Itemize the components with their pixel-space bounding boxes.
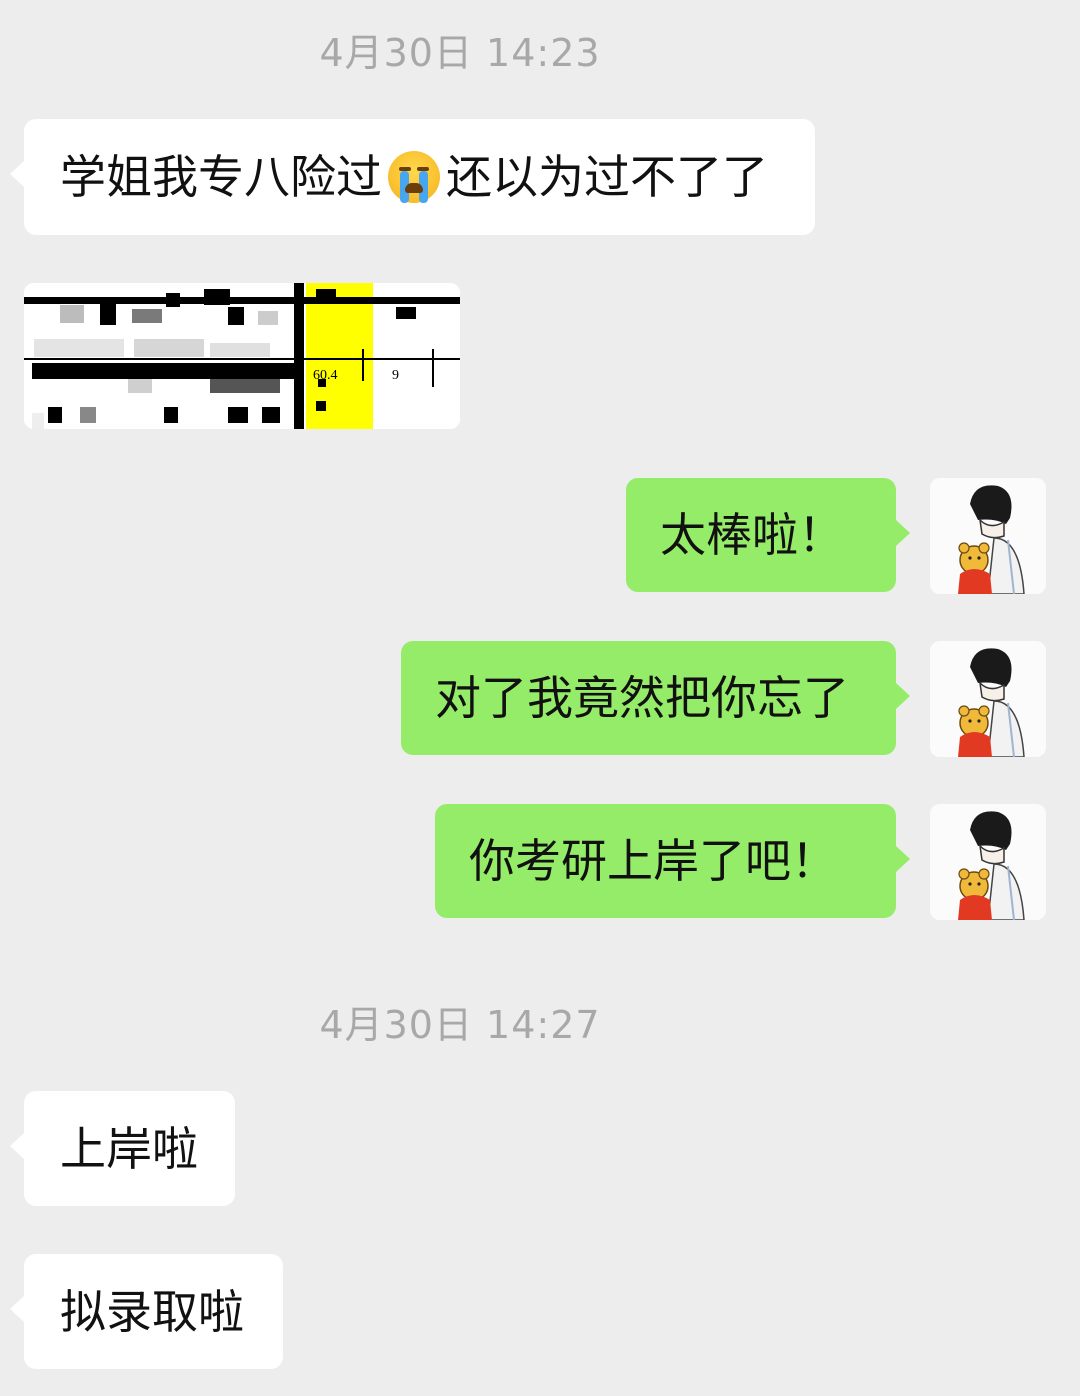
avatar-icon (930, 804, 1046, 920)
message-text: 还以为过不了了 (446, 150, 768, 204)
message-text: 上岸啦 (60, 1121, 198, 1176)
avatar-icon (930, 478, 1046, 594)
message-text: 你考研上岸了吧！ (469, 834, 837, 888)
user-avatar[interactable] (930, 641, 1046, 757)
avatar-icon (930, 641, 1046, 757)
chat-timestamp: 4月30日 14:27 (319, 1003, 601, 1047)
user-avatar[interactable] (930, 804, 1046, 920)
message-bubble-incoming[interactable]: 学姐我专八险过 还以为过不了了 (10, 119, 815, 235)
message-text: 学姐我专八险过 (60, 150, 382, 204)
score-count: 9 (392, 368, 399, 383)
message-bubble-incoming[interactable]: 拟录取啦 (10, 1254, 283, 1369)
score-value: 60.4 (313, 368, 338, 383)
pixelated-score-table: 60.4 9 (24, 283, 460, 429)
chat-timestamp: 4月30日 14:23 (319, 31, 601, 75)
message-bubble-outgoing[interactable]: 太棒啦！ (626, 478, 910, 592)
message-text: 拟录取啦 (60, 1284, 244, 1339)
message-bubble-outgoing[interactable]: 你考研上岸了吧！ (435, 804, 910, 918)
message-text: 太棒啦！ (660, 508, 844, 562)
message-text: 对了我竟然把你忘了 (435, 671, 849, 725)
user-avatar[interactable] (930, 478, 1046, 594)
crying-face-icon (388, 151, 440, 203)
message-bubble-incoming[interactable]: 上岸啦 (10, 1091, 235, 1206)
message-bubble-outgoing[interactable]: 对了我竟然把你忘了 (401, 641, 910, 755)
score-screenshot-image[interactable]: 60.4 9 (24, 283, 460, 429)
